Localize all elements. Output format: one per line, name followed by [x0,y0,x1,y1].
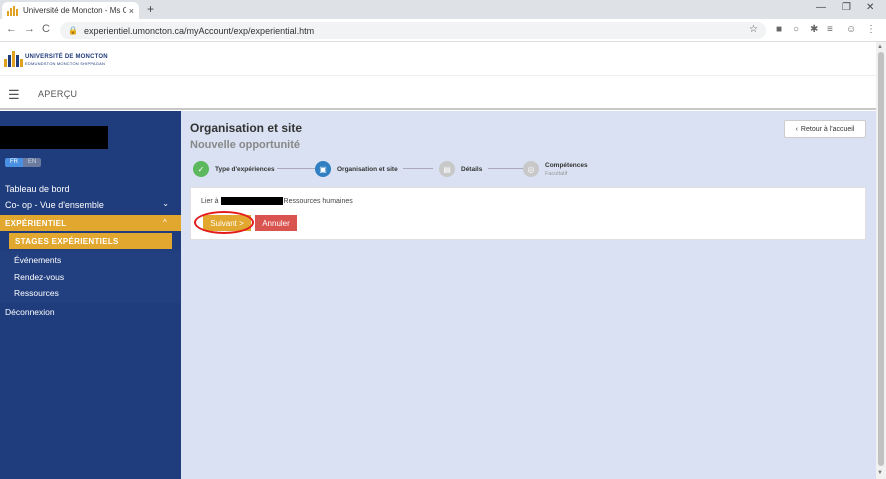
page-title: Organisation et site [190,121,303,135]
browser-toolbar: ← → C 🔒 experientiel.umoncton.ca/myAccou… [0,19,886,42]
step-type-experiences[interactable]: ✓ Type d'expériences [193,160,275,178]
sidebar-item-coop[interactable]: Co- op - Vue d'ensemble [5,200,104,210]
window-close-button[interactable]: ✕ [866,2,874,13]
step-label: Organisation et site [337,165,398,173]
university-logo-icon[interactable] [4,51,23,67]
lier-suffix: Ressources humaines [283,197,353,205]
reload-icon[interactable]: C [42,23,50,35]
back-to-home-button[interactable]: ‹ Retour à l'accueil [784,120,866,138]
new-tab-button[interactable]: + [147,2,154,16]
step-details[interactable]: ▤ Détails [439,160,482,178]
hamburger-menu-icon[interactable]: ☰ [8,87,20,103]
step-organisation-site[interactable]: ▣ Organisation et site [315,160,398,178]
tab-close-icon[interactable]: × [129,6,134,16]
main-content: Organisation et site Nouvelle opportunit… [181,111,876,479]
address-bar[interactable]: 🔒 experientiel.umoncton.ca/myAccount/exp… [60,22,766,39]
sidebar-item-rendez-vous[interactable]: Rendez-vous [14,272,64,282]
page-subtitle: Nouvelle opportunité [190,139,300,151]
step-label: Compétences Facultatif [545,162,588,177]
stepper-connector [488,168,523,169]
redacted-user-name [0,126,108,149]
extension-icon[interactable]: ○ [793,24,799,35]
university-logo-text[interactable]: UNIVERSITÉ DE MONCTON EDMUNDSTON MONCTON… [25,54,108,66]
window-maximize-button[interactable]: ❐ [842,2,851,13]
lock-icon: 🔒 [68,26,78,35]
chevron-down-icon[interactable]: ⌄ [162,199,169,208]
cancel-button[interactable]: Annuler [255,215,297,231]
back-button-label: Retour à l'accueil [800,125,855,133]
tab-title: Université de Moncton - Ms Con [23,6,126,15]
link-to-organisation: Lier à Ressources humaines [201,197,353,205]
window-minimize-button[interactable]: — [816,2,826,13]
sidebar-item-tableau-de-bord[interactable]: Tableau de bord [5,184,70,194]
step-label-text: Compétences [545,161,588,169]
extensions-puzzle-icon[interactable]: ✱ [810,24,818,35]
url-text[interactable]: experientiel.umoncton.ca/myAccount/exp/e… [84,26,314,36]
stepper-connector [403,168,433,169]
step-optional-text: Facultatif [545,170,568,177]
chevron-left-icon: ‹ [795,125,798,133]
site-header: UNIVERSITÉ DE MONCTON EDMUNDSTON MONCTON… [0,42,886,76]
sidebar: FR EN Tableau de bord Co- op - Vue d'ens… [0,111,181,479]
lang-en[interactable]: EN [23,158,41,167]
reading-list-icon[interactable]: ≡ [827,24,833,35]
bookmark-star-icon[interactable]: ☆ [749,24,758,35]
scroll-up-icon[interactable]: ▲ [877,44,883,50]
sidebar-item-ressources[interactable]: Ressources [14,288,59,298]
check-icon: ✓ [193,161,209,177]
document-icon: ▤ [439,161,455,177]
browser-menu-icon[interactable]: ⋮ [866,24,876,35]
scrollbar-thumb[interactable] [878,52,884,466]
sidebar-item-label: STAGES EXPÉRIENTIELS [15,237,119,246]
sidebar-section-experientiel[interactable]: EXPÉRIENTIEL ^ [0,215,181,231]
chevron-up-icon[interactable]: ^ [163,218,167,227]
top-navigation: ☰ APERÇU [0,76,886,110]
language-toggle[interactable]: FR EN [5,158,41,167]
sidebar-item-deconnexion[interactable]: Déconnexion [5,307,55,317]
lang-fr[interactable]: FR [5,158,23,167]
stepper-connector [277,168,315,169]
logo-line1: UNIVERSITÉ DE MONCTON [25,54,108,60]
browser-tab[interactable]: Université de Moncton - Ms Con × [2,2,139,19]
browser-tab-bar: Université de Moncton - Ms Con × + — ❐ ✕ [0,0,886,19]
profile-avatar-icon[interactable]: ☺ [846,24,856,35]
step-competences[interactable]: ◎ Compétences Facultatif [523,160,588,178]
back-arrow-icon[interactable]: ← [6,23,17,35]
extension-icon[interactable]: ■ [776,24,782,35]
redacted-organisation-name [220,197,283,205]
step-label: Type d'expériences [215,165,275,173]
forward-arrow-icon[interactable]: → [24,23,35,35]
nav-title-apercu[interactable]: APERÇU [38,89,77,99]
logo-line2: EDMUNDSTON MONCTON SHIPPAGAN [25,61,106,66]
sidebar-section-label: EXPÉRIENTIEL [5,219,67,228]
sidebar-item-stages-experientiels[interactable]: STAGES EXPÉRIENTIELS [9,233,172,249]
target-icon: ◎ [523,161,539,177]
site-favicon-icon [7,5,18,16]
step-label: Détails [461,165,483,173]
scroll-down-icon[interactable]: ▼ [877,470,883,476]
lier-prefix: Lier à [201,197,219,205]
building-icon: ▣ [315,161,331,177]
form-card: Lier à Ressources humaines Suivant > Ann… [190,187,866,240]
sidebar-item-evenements[interactable]: Événements [14,255,61,265]
annotation-highlight-ring [194,211,254,234]
